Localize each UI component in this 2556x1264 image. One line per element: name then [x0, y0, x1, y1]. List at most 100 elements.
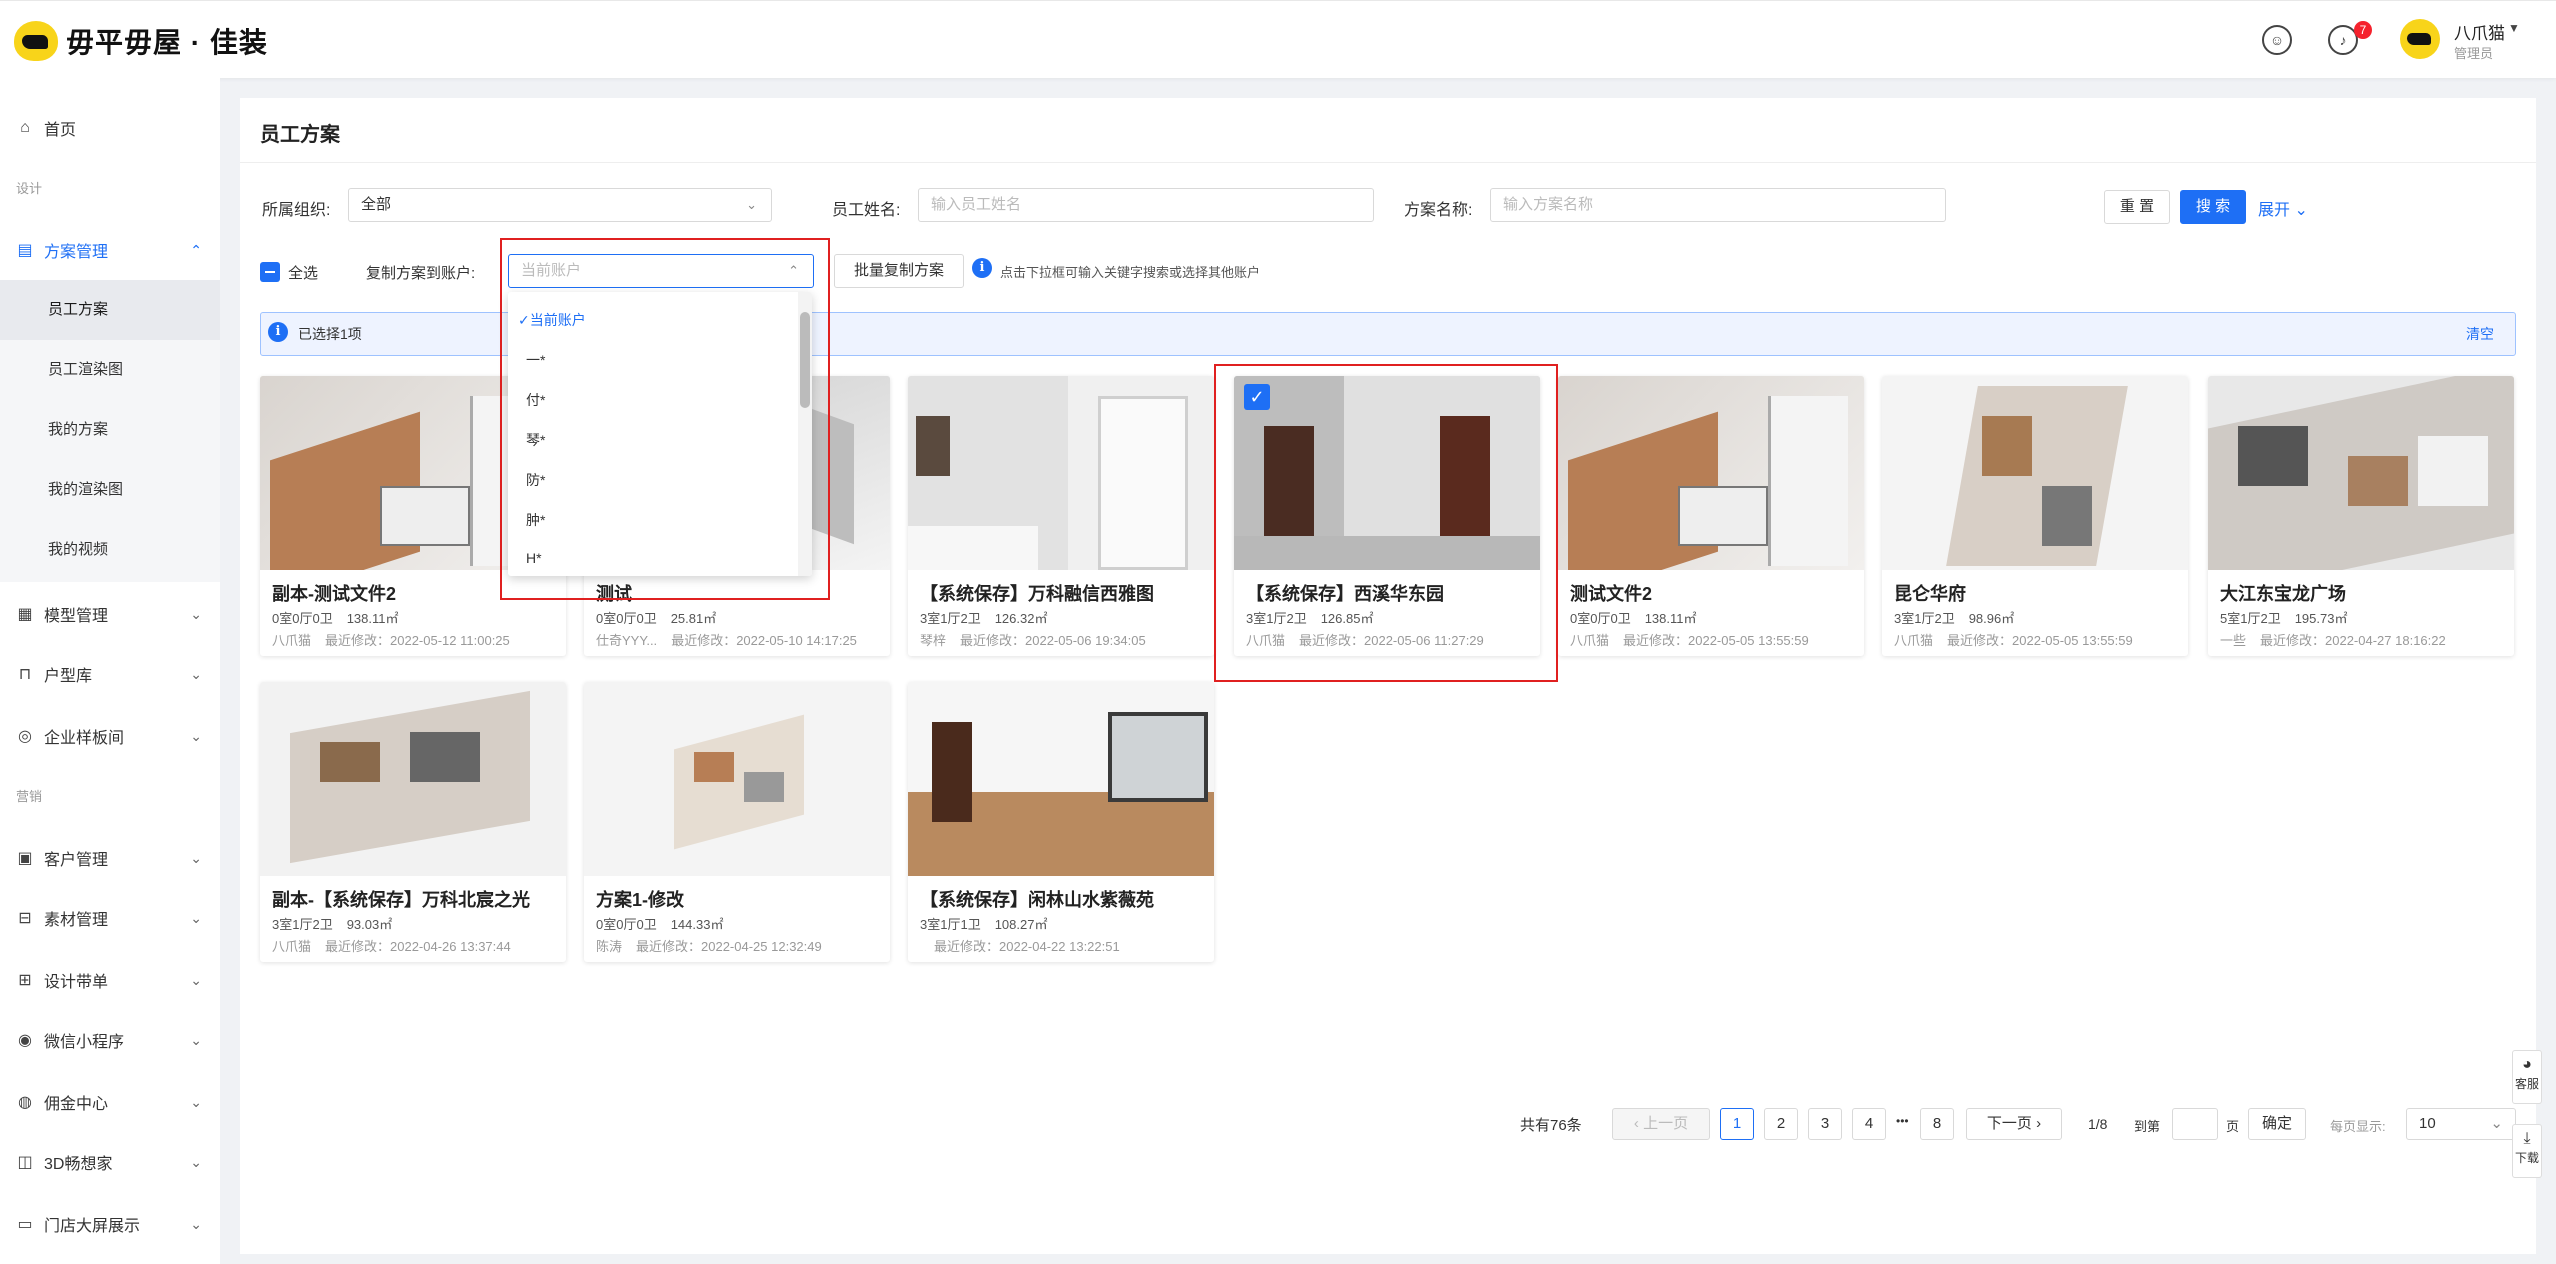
plan-owner: 琴梓: [920, 633, 947, 648]
user-name[interactable]: 八爪猫: [2454, 19, 2505, 44]
chevron-down-icon: ⌄: [2294, 202, 2308, 219]
sidebar-item-customer-mgmt[interactable]: ▣ 客户管理 ⌄: [0, 828, 220, 888]
select-all-label: 全选: [288, 265, 319, 282]
plan-meta: 0室0厅0卫 144.33㎡: [596, 914, 737, 933]
next-page-button[interactable]: 下一页 ›: [1966, 1108, 2062, 1140]
clear-selection-link[interactable]: 清空: [2466, 324, 2494, 344]
sidebar-item-home[interactable]: ⌂ 首页: [0, 98, 220, 158]
sidebar-item-3d[interactable]: ◫ 3D畅想家 ⌄: [0, 1132, 220, 1192]
sidebar-subitem-staff-plans[interactable]: 员工方案: [0, 280, 220, 340]
user-menu-caret-icon[interactable]: ▼: [2508, 21, 2520, 35]
page-button[interactable]: 2: [1764, 1108, 1798, 1140]
page-button[interactable]: 1: [1720, 1108, 1754, 1140]
plan-card[interactable]: ✓ 【系统保存】西溪华东园 3室1厅2卫 126.85㎡ 八爪猫 最近修改：2022…: [1234, 376, 1540, 656]
plan-modified: 最近修改：2022-05-06 19:34:05: [960, 633, 1146, 648]
card-checked-icon[interactable]: ✓: [1244, 384, 1270, 410]
sidebar-subitem-my-videos[interactable]: 我的视频: [48, 520, 220, 580]
plan-card[interactable]: 大江东宝龙广场 5室1厅2卫 195.73㎡ 一些 最近修改：2022-04-27 …: [2208, 376, 2514, 656]
dropdown-scrollbar[interactable]: [798, 292, 812, 576]
dropdown-option[interactable]: 琴*: [526, 430, 545, 450]
logo[interactable]: 毋平毋屋 · 佳装: [14, 21, 268, 61]
plan-area: 126.85㎡: [1320, 611, 1374, 626]
chevron-down-icon: ⌄: [190, 605, 202, 622]
floorplan-icon: ⊓: [18, 666, 32, 683]
plan-modified: 最近修改：2022-04-27 18:16:22: [2260, 633, 2446, 648]
top-bar: 毋平毋屋 · 佳装 ☺ ♪ 7 八爪猫 管理员 ▼: [0, 0, 2556, 78]
goto-page-input[interactable]: [2172, 1108, 2218, 1140]
staff-name-input[interactable]: 输入员工姓名: [918, 188, 1374, 222]
plan-area: 93.03㎡: [346, 917, 393, 932]
dropdown-option[interactable]: 一*: [526, 350, 545, 370]
expand-link[interactable]: 展开 ⌄: [2258, 196, 2308, 220]
dropdown-option[interactable]: 肿*: [526, 510, 545, 530]
plan-area: 108.27㎡: [994, 917, 1048, 932]
plan-rooms: 0室0厅0卫: [596, 917, 657, 932]
sidebar-subitem-my-plans[interactable]: 我的方案: [48, 400, 220, 460]
plan-sub: 八爪猫 最近修改：2022-05-06 11:27:29: [1246, 630, 1498, 649]
calendar-icon: ▦: [17, 606, 33, 623]
plan-sub: 仕奇YYY... 最近修改：2022-05-10 14:17:25: [596, 630, 871, 649]
sidebar-item-floorplan-lib[interactable]: ⊓ 户型库 ⌄: [0, 644, 220, 704]
page-button[interactable]: 4: [1852, 1108, 1886, 1140]
reset-button[interactable]: 重 置: [2104, 190, 2170, 224]
plan-meta: 3室1厅2卫 126.85㎡: [1246, 608, 1387, 627]
dropdown-option[interactable]: H*: [526, 550, 542, 566]
dropdown-option[interactable]: ✓当前账户: [518, 310, 586, 330]
plan-card[interactable]: 昆仑华府 3室1厅2卫 98.96㎡ 八爪猫 最近修改：2022-05-05 13:…: [1882, 376, 2188, 656]
dropdown-option-label: 当前账户: [529, 312, 586, 328]
plan-card[interactable]: 方案1-修改 0室0厅0卫 144.33㎡ 陈涛 最近修改：2022-04-25 1…: [584, 682, 890, 962]
sidebar-item-label: 方案管理: [44, 244, 109, 261]
sidebar-item-label: 设计带单: [44, 974, 109, 991]
account-select[interactable]: 当前账户 ⌃: [508, 254, 814, 288]
org-label: 所属组织:: [262, 202, 331, 219]
plan-name-input[interactable]: 输入方案名称: [1490, 188, 1946, 222]
select-all-checkbox[interactable]: [260, 262, 280, 282]
goto-confirm-button[interactable]: 确定: [2248, 1108, 2306, 1140]
pagination-ellipsis[interactable]: •••: [1896, 1114, 1909, 1128]
plan-thumbnail: [1558, 376, 1864, 570]
plan-card[interactable]: 【系统保存】闲林山水紫薇苑 3室1厅1卫 108.27㎡ 最近修改：2022-04…: [908, 682, 1214, 962]
plan-title: 方案1-修改: [596, 890, 685, 910]
sidebar-item-model-mgmt[interactable]: ▦ 模型管理 ⌄: [0, 584, 220, 644]
plan-sub: 琴梓 最近修改：2022-05-06 19:34:05: [920, 630, 1160, 649]
prev-page-button[interactable]: ‹ 上一页: [1612, 1108, 1710, 1140]
account-dropdown: ✓当前账户 一* 付* 琴* 防* 肿* H*: [508, 292, 812, 576]
sidebar-item-design-order[interactable]: ⊞ 设计带单 ⌄: [0, 950, 220, 1010]
sidebar-subitem-my-renders[interactable]: 我的渲染图: [48, 460, 220, 520]
plan-modified: 最近修改：2022-04-22 13:22:51: [934, 939, 1120, 954]
page-button[interactable]: 3: [1808, 1108, 1842, 1140]
chevron-down-icon: ⌄: [190, 1031, 202, 1048]
plan-card[interactable]: 测试文件2 0室0厅0卫 138.11㎡ 八爪猫 最近修改：2022-05-05 1…: [1558, 376, 1864, 656]
inbox-icon[interactable]: ☺: [2262, 25, 2292, 55]
next-page-label: 下一页: [1986, 1115, 2032, 1132]
customer-service-button[interactable]: ◕ 客服: [2512, 1050, 2542, 1104]
sidebar-item-store-screen[interactable]: ▭ 门店大屏展示 ⌄: [0, 1194, 220, 1254]
sidebar-item-mini-program[interactable]: ◉ 微信小程序 ⌄: [0, 1010, 220, 1070]
download-button[interactable]: ⤓ 下载: [2512, 1124, 2542, 1178]
plan-title: 昆仑华府: [1894, 584, 1966, 604]
chevron-right-icon: ›: [2031, 1115, 2042, 1132]
plan-title: 【系统保存】闲林山水紫薇苑: [920, 890, 1154, 910]
sidebar-item-sample-room[interactable]: ◎ 企业样板间 ⌄: [0, 706, 220, 766]
batch-copy-button[interactable]: 批量复制方案: [834, 254, 964, 288]
dropdown-option[interactable]: 付*: [526, 390, 545, 410]
sidebar-subitem-staff-renders[interactable]: 员工渲染图: [48, 340, 220, 400]
sidebar-item-material-mgmt[interactable]: ⊟ 素材管理 ⌄: [0, 888, 220, 948]
per-page-select[interactable]: 10 ⌄: [2406, 1108, 2516, 1140]
plan-rooms: 3室1厅1卫: [920, 917, 981, 932]
sidebar-item-label: 模型管理: [44, 608, 109, 625]
sidebar-item-plan-mgmt[interactable]: ▤ 方案管理 ⌃: [0, 220, 220, 280]
org-select[interactable]: 全部 ⌄: [348, 188, 772, 222]
dropdown-option[interactable]: 防*: [526, 470, 545, 490]
plan-thumbnail: [908, 376, 1214, 570]
plan-owner: 八爪猫: [1894, 633, 1934, 648]
plan-card[interactable]: 副本-【系统保存】万科北宸之光 3室1厅2卫 93.03㎡ 八爪猫 最近修改：202…: [260, 682, 566, 962]
page-button[interactable]: 8: [1920, 1108, 1954, 1140]
sidebar-item-commission[interactable]: ◍ 佣金中心 ⌄: [0, 1072, 220, 1132]
dropdown-scroll-thumb[interactable]: [800, 312, 810, 408]
avatar[interactable]: [2400, 19, 2440, 59]
plan-card[interactable]: 【系统保存】万科融信西雅图 3室1厅2卫 126.32㎡ 琴梓 最近修改：2022-…: [908, 376, 1214, 656]
search-button[interactable]: 搜 索: [2180, 190, 2246, 224]
plan-meta: 0室0厅0卫 25.81㎡: [596, 608, 730, 627]
sidebar-item-label: 客户管理: [44, 852, 109, 869]
